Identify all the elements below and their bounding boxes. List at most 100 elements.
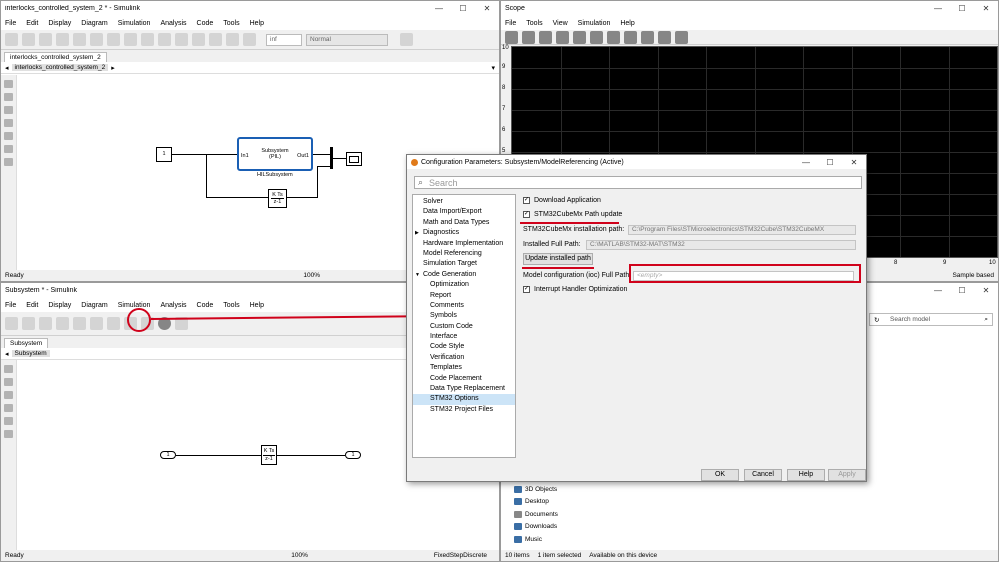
discrete-integrator-block[interactable]: K Ts z-1 (261, 445, 277, 465)
tree-item-verification[interactable]: Verification (413, 353, 515, 363)
print-icon[interactable] (56, 33, 69, 46)
help-button[interactable]: Help (787, 469, 825, 481)
scope-menu-view[interactable]: View (553, 20, 568, 27)
triggers-icon[interactable] (641, 30, 654, 44)
fit-view-icon[interactable] (4, 391, 13, 399)
new-model-icon[interactable] (5, 317, 18, 330)
back-nav-icon[interactable]: ◂ (5, 350, 9, 358)
annotation-icon[interactable] (4, 417, 13, 425)
maximize-icon[interactable]: ☐ (818, 158, 842, 167)
tree-item-interface[interactable]: Interface (413, 332, 515, 342)
menu-file[interactable]: File (5, 302, 16, 309)
menu-simulation[interactable]: Simulation (118, 20, 151, 27)
breadcrumb-dropdown-icon[interactable]: ▾ (491, 64, 495, 72)
close-icon[interactable]: ✕ (475, 4, 499, 13)
menu-analysis[interactable]: Analysis (160, 302, 186, 309)
scope-menu-file[interactable]: File (505, 20, 516, 27)
open-icon[interactable] (22, 33, 35, 46)
maximize-icon[interactable]: ☐ (950, 286, 974, 295)
sim-mode-select[interactable]: Normal (306, 33, 388, 46)
stop-icon[interactable] (573, 30, 586, 44)
stop-icon[interactable] (243, 33, 256, 46)
install-path-field[interactable]: C:\Program Files\STMicroelectronics\STM3… (628, 225, 856, 235)
list-item[interactable]: Downloads (514, 521, 558, 534)
area-icon[interactable] (4, 158, 13, 166)
tab-subsystem[interactable]: Subsystem (4, 338, 49, 348)
tree-item-simulation-target[interactable]: Simulation Target (413, 259, 515, 269)
list-item[interactable]: Desktop (514, 496, 558, 509)
tree-item-stm32-options[interactable]: STM32 Options (413, 394, 515, 405)
download-application-row[interactable]: ✓ Download Application (523, 197, 601, 204)
tree-item-diagnostics[interactable]: ▶ Diagnostics (413, 228, 515, 238)
tree-item-stm32-project-files[interactable]: STM32 Project Files (413, 405, 515, 415)
dialog-search-input[interactable]: ⌕ Search (414, 176, 862, 189)
undo-icon[interactable] (56, 317, 69, 330)
highlight-icon[interactable] (590, 30, 603, 44)
stop-time-input[interactable]: inf (266, 33, 302, 46)
redo-icon[interactable] (73, 317, 86, 330)
menu-tools[interactable]: Tools (223, 20, 239, 27)
tree-item-hardware-implementation[interactable]: Hardware Implementation (413, 239, 515, 249)
cancel-button[interactable]: Cancel (744, 469, 782, 481)
maximize-icon[interactable]: ☐ (451, 4, 475, 13)
tree-item-code-generation[interactable]: ▼ Code Generation (413, 270, 515, 280)
apply-button[interactable]: Apply (828, 469, 866, 481)
update-installed-path-button[interactable]: Update installed path (523, 253, 593, 265)
hide-browser-icon[interactable] (4, 80, 13, 88)
breadcrumb-model[interactable]: interlocks_controlled_system_2 (11, 64, 109, 71)
minimize-icon[interactable]: — (427, 4, 451, 13)
minimize-icon[interactable]: — (794, 158, 818, 167)
ok-button[interactable]: OK (701, 469, 739, 481)
close-icon[interactable]: ✕ (842, 158, 866, 167)
scope-menu-help[interactable]: Help (620, 20, 634, 27)
menu-diagram[interactable]: Diagram (81, 302, 107, 309)
tree-item-code-style[interactable]: Code Style (413, 342, 515, 352)
menu-edit[interactable]: Edit (26, 20, 38, 27)
edit-icon[interactable] (675, 30, 688, 44)
outport-block[interactable]: 1 (345, 451, 361, 459)
model-explorer-icon[interactable] (141, 33, 154, 46)
close-icon[interactable]: ✕ (974, 4, 998, 13)
menu-help[interactable]: Help (250, 20, 264, 27)
scope-block[interactable] (346, 152, 362, 166)
hil-subsystem-block[interactable]: Subsystem (PIL) In1 Out1 (237, 137, 313, 171)
tree-item-custom-code[interactable]: Custom Code (413, 322, 515, 332)
tree-item-solver[interactable]: Solver (413, 197, 515, 207)
image-icon[interactable] (4, 145, 13, 153)
tree-item-code-placement[interactable]: Code Placement (413, 374, 515, 384)
list-item[interactable]: 3D Objects (514, 483, 558, 496)
list-item[interactable]: Music (514, 533, 558, 546)
inport-block[interactable]: 1 (160, 451, 176, 459)
cursor-icon[interactable] (658, 30, 671, 44)
menu-code[interactable]: Code (197, 20, 214, 27)
annotation-icon[interactable] (4, 132, 13, 140)
tree-item-data-import-export[interactable]: Data Import/Export (413, 207, 515, 217)
open-icon[interactable] (22, 317, 35, 330)
menu-simulation[interactable]: Simulation (118, 302, 151, 309)
menu-tools[interactable]: Tools (223, 302, 239, 309)
run-icon[interactable] (539, 30, 552, 44)
arrow-icon[interactable] (4, 119, 13, 127)
back-nav-icon[interactable]: ◂ (5, 64, 9, 72)
full-path-field[interactable]: C:\MATLAB\STM32-MAT\STM32 (586, 240, 856, 250)
path-update-checkbox[interactable]: ✓ (523, 211, 530, 218)
search-icon[interactable]: ⌕ (984, 316, 988, 324)
tree-item-report[interactable]: Report (413, 291, 515, 301)
model-settings-icon[interactable] (124, 33, 137, 46)
tab-model[interactable]: interlocks_controlled_system_2 (4, 52, 107, 62)
collapsed-arrow-icon[interactable]: ▶ (415, 228, 423, 238)
maximize-icon[interactable]: ☐ (950, 4, 974, 13)
menu-display[interactable]: Display (48, 20, 71, 27)
download-application-checkbox[interactable]: ✓ (523, 197, 530, 204)
redo-icon[interactable] (90, 33, 103, 46)
forward-icon[interactable] (175, 33, 188, 46)
menu-code[interactable]: Code (197, 302, 214, 309)
step-back-icon[interactable] (522, 30, 535, 44)
interrupt-opt-checkbox[interactable]: ✓ (523, 286, 530, 293)
undo-icon[interactable] (73, 33, 86, 46)
interrupt-opt-row[interactable]: ✓ Interrupt Handler Optimization (523, 286, 627, 293)
save-icon[interactable] (39, 33, 52, 46)
library-browser-icon[interactable] (107, 33, 120, 46)
run-icon[interactable] (209, 33, 222, 46)
tree-item-optimization[interactable]: Optimization (413, 280, 515, 290)
